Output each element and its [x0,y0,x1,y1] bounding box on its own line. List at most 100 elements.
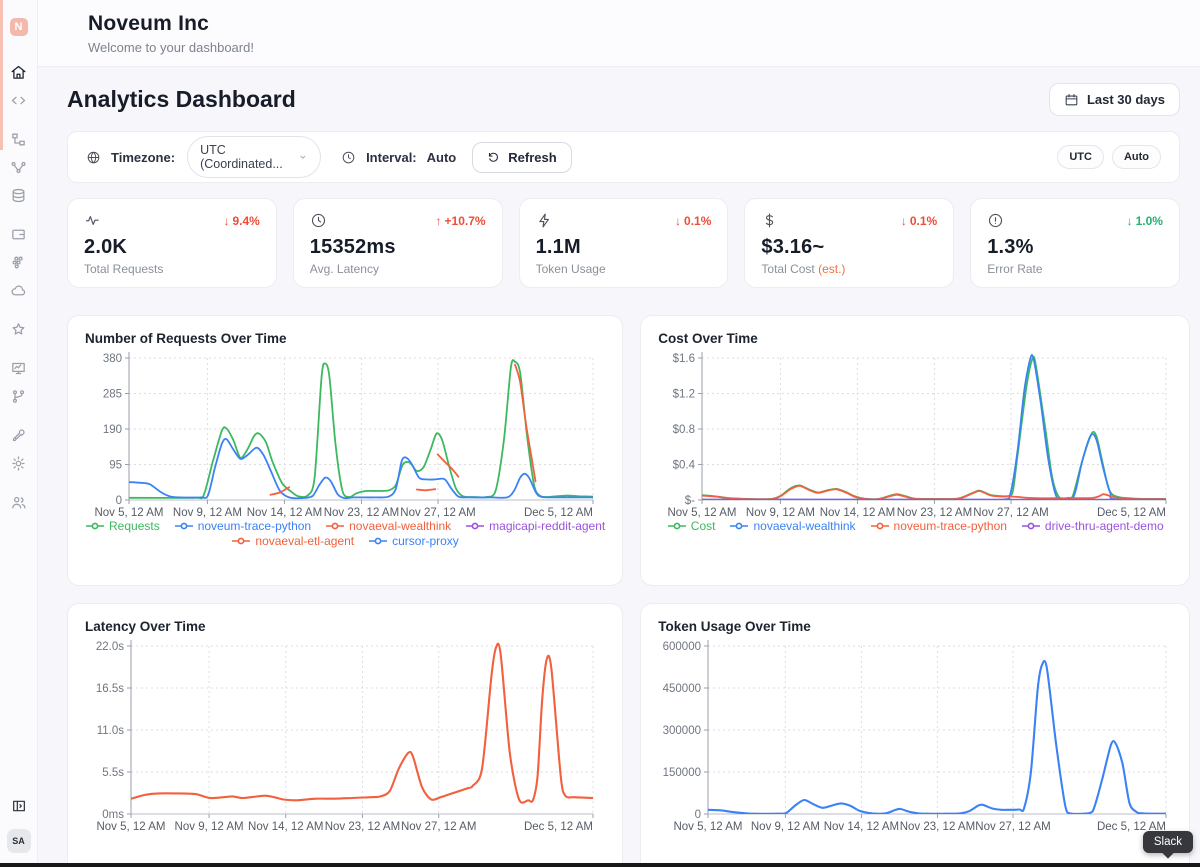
svg-text:Nov 14, 12 AM: Nov 14, 12 AM [820,507,895,518]
code-icon [10,92,27,109]
cluster-icon [10,254,27,271]
legend-label: novaeval-wealthink [349,519,451,533]
main-area: Noveum Inc Welcome to your dashboard! An… [38,0,1200,867]
sidebar-item-cluster[interactable] [7,250,31,274]
legend-item: noveum-trace-python [870,519,1007,533]
legend-item: Requests [85,519,160,533]
chart-canvas: 0ms5.5s11.0s16.5s22.0sNov 5, 12 AMNov 9,… [85,636,599,844]
utc-badge: UTC [1057,145,1104,169]
arrow-up-icon: ↑ [436,214,442,228]
chart-canvas: 0150000300000450000600000Nov 5, 12 AMNov… [658,636,1172,844]
legend-marker-icon [1021,521,1041,531]
charts-grid: Number of Requests Over Time 09519028538… [67,315,1180,867]
sidebar-item-monitor-chart[interactable] [7,356,31,380]
sidebar-item-star[interactable] [7,317,31,341]
date-range-button[interactable]: Last 30 days [1049,83,1180,116]
stat-value: 1.3% [987,236,1163,259]
top-header: Noveum Inc Welcome to your dashboard! [38,0,1200,67]
sidebar-bottom: SA [7,795,31,853]
stat-card-token-usage: ↓0.1%1.1MToken Usage [519,198,729,288]
chart-title: Token Usage Over Time [658,619,1172,634]
svg-text:Nov 27, 12 AM: Nov 27, 12 AM [976,821,1051,833]
calendar-icon [1064,92,1079,107]
activity-icon [84,212,101,229]
legend-marker-icon [325,521,345,531]
svg-text:0: 0 [695,809,701,821]
slack-tooltip: Slack [1143,831,1193,853]
svg-text:300000: 300000 [663,725,701,737]
page-head: Analytics Dashboard Last 30 days [67,83,1180,116]
stat-delta: ↓1.0% [1127,214,1163,228]
legend-item: noveum-trace-python [174,519,311,533]
stat-label: Token Usage [536,262,712,276]
sidebar-item-users[interactable] [7,490,31,514]
svg-text:Nov 14, 12 AM: Nov 14, 12 AM [247,507,322,518]
svg-text:Nov 5, 12 AM: Nov 5, 12 AM [96,821,165,833]
legend-marker-icon [174,521,194,531]
chevron-down-icon [298,151,308,163]
sidebar-item-database[interactable] [7,183,31,207]
sidebar-item-cloud[interactable] [7,278,31,302]
svg-text:22.0s: 22.0s [96,641,124,653]
sidebar: N SA [0,0,38,867]
sidebar-nav [7,58,31,516]
cloud-icon [10,282,27,299]
svg-text:Nov 23, 12 AM: Nov 23, 12 AM [324,507,399,518]
svg-text:95: 95 [109,460,122,472]
sidebar-item-settings-gear[interactable] [7,451,31,475]
stats-row: ↓9.4%2.0KTotal Requests↑+10.7%15352msAvg… [67,198,1180,288]
stat-delta: ↓0.1% [901,214,937,228]
cost-chart: $-$0.4$0.8$1.2$1.6Nov 5, 12 AMNov 9, 12 … [658,348,1172,533]
svg-text:Nov 27, 12 AM: Nov 27, 12 AM [974,507,1049,518]
chart-title: Cost Over Time [658,331,1172,346]
sidebar-item-share-nodes[interactable] [7,155,31,179]
user-avatar[interactable]: SA [7,829,31,853]
sidebar-item-key[interactable] [7,423,31,447]
chart-title: Latency Over Time [85,619,605,634]
tokens-chart: 0150000300000450000600000Nov 5, 12 AMNov… [658,636,1172,844]
svg-text:$-: $- [685,495,695,507]
legend-item: drive-thru-agent-demo [1021,519,1164,533]
refresh-label: Refresh [508,150,556,165]
svg-text:5.5s: 5.5s [102,767,124,779]
timezone-value: UTC (Coordinated... [200,143,290,171]
legend-label: drive-thru-agent-demo [1045,519,1164,533]
sidebar-item-code[interactable] [7,88,31,112]
sidebar-item-home[interactable] [7,60,31,84]
chart-canvas: $-$0.4$0.8$1.2$1.6Nov 5, 12 AMNov 9, 12 … [658,348,1172,518]
chart-title: Number of Requests Over Time [85,331,605,346]
page-title: Analytics Dashboard [67,86,296,113]
svg-text:Nov 5, 12 AM: Nov 5, 12 AM [668,507,737,518]
refresh-button[interactable]: Refresh [472,142,571,173]
stat-card-error-rate: ↓1.0% 1.3% Error Rate [970,198,1180,288]
svg-text:380: 380 [103,353,122,365]
stat-label: Error Rate [987,262,1163,276]
timezone-select[interactable]: UTC (Coordinated... [187,136,321,178]
app-logo[interactable]: N [10,18,28,36]
interval-clock-icon [341,150,356,165]
tokens-chart-card: Token Usage Over Time 015000030000045000… [640,603,1190,867]
legend-label: noveum-trace-python [894,519,1007,533]
latency-chart: 0ms5.5s11.0s16.5s22.0sNov 5, 12 AMNov 9,… [85,636,605,844]
monitor-chart-icon [10,360,27,377]
svg-text:Dec 5, 12 AM: Dec 5, 12 AM [524,821,593,833]
svg-text:450000: 450000 [663,683,701,695]
svg-text:600000: 600000 [663,641,701,653]
legend-label: Requests [109,519,160,533]
zap-icon [536,212,553,229]
legend-marker-icon [667,521,687,531]
legend-marker-icon [368,536,388,546]
latency-chart-card: Latency Over Time 0ms5.5s11.0s16.5s22.0s… [67,603,623,867]
sidebar-item-git-branch[interactable] [7,384,31,408]
legend-marker-icon [729,521,749,531]
svg-text:Dec 5, 12 AM: Dec 5, 12 AM [524,507,593,518]
stat-label: Total Cost (est.) [761,262,937,276]
legend-item: magicapi-reddit-agent [465,519,605,533]
sidebar-item-hierarchy[interactable] [7,127,31,151]
sidebar-item-wallet[interactable] [7,222,31,246]
svg-text:Nov 5, 12 AM: Nov 5, 12 AM [674,821,743,833]
dollar-icon [761,212,778,229]
collapse-panel-icon[interactable] [8,795,30,817]
stat-card-total-requests: ↓9.4%2.0KTotal Requests [67,198,277,288]
svg-text:Dec 5, 12 AM: Dec 5, 12 AM [1097,507,1166,518]
